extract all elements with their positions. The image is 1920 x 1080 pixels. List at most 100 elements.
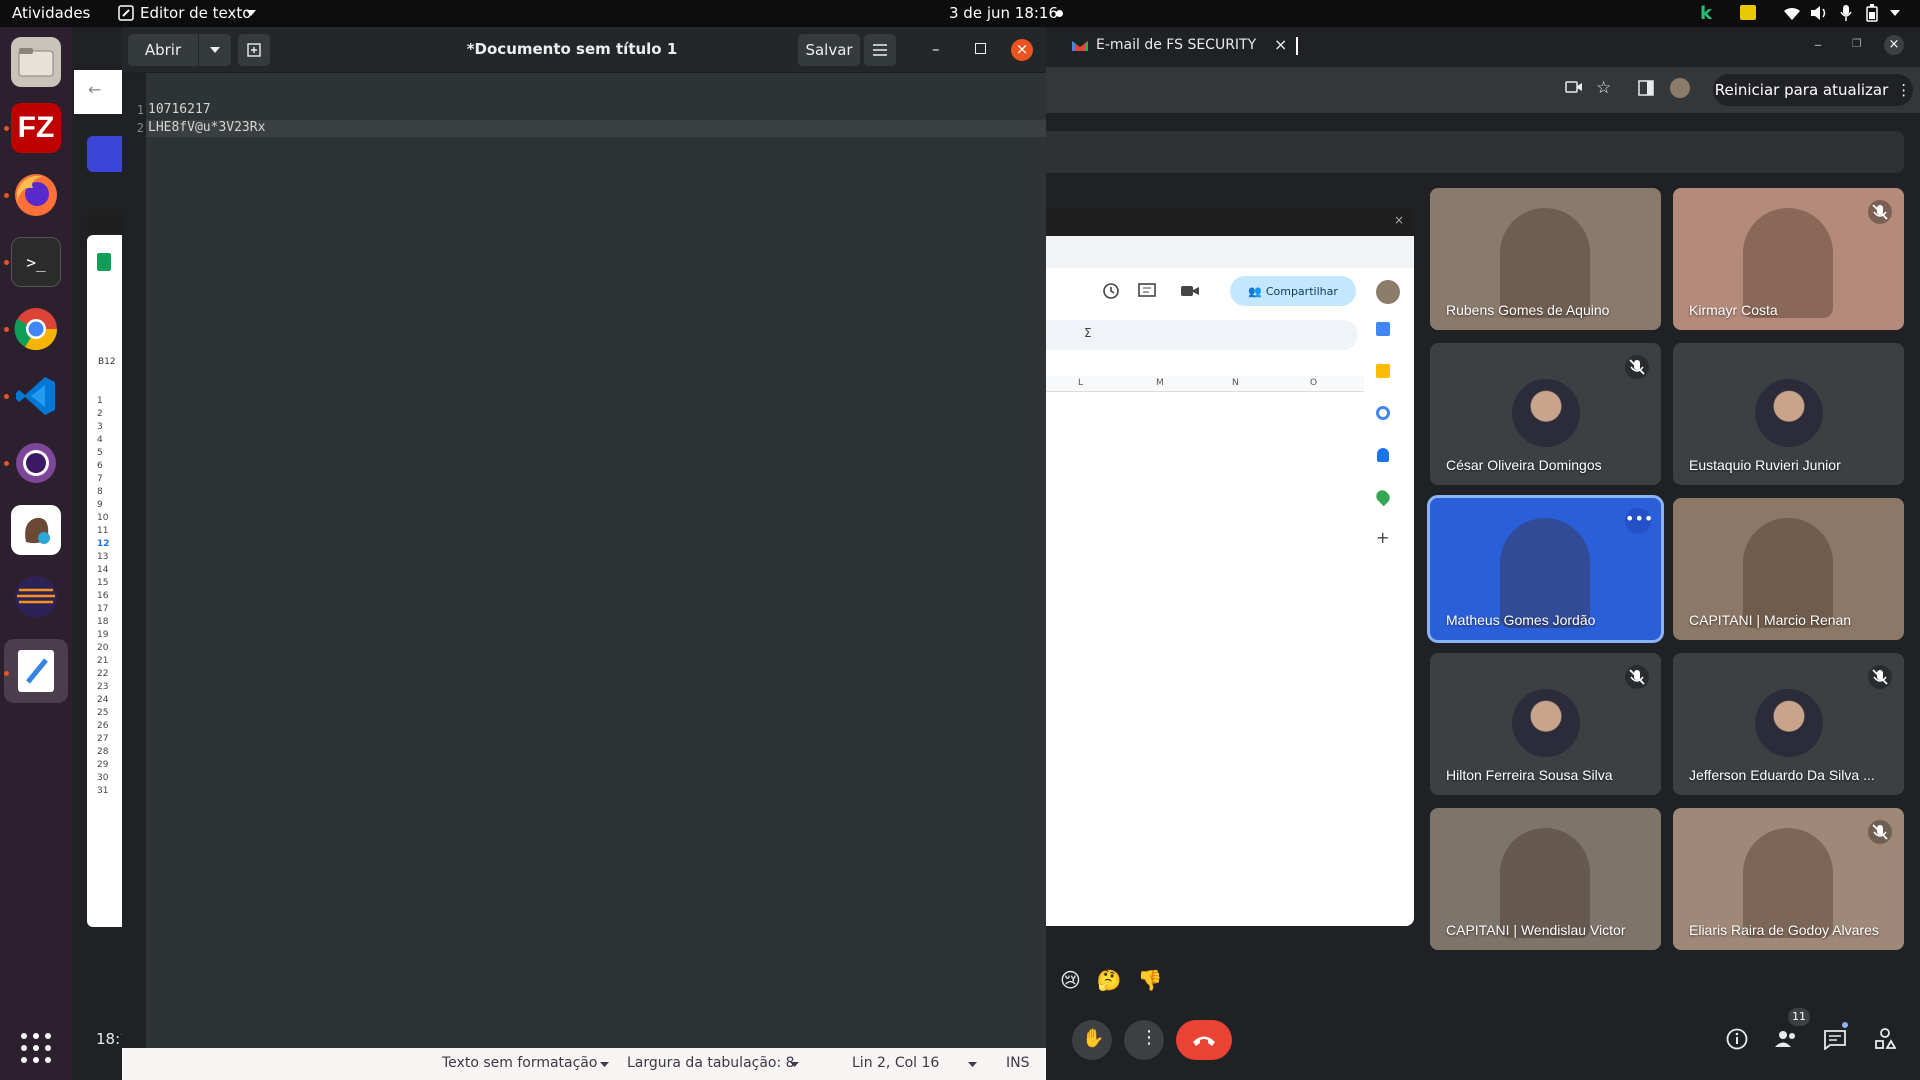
more-options-button[interactable]: ⋮ [1124, 1020, 1164, 1060]
clock[interactable]: 3 de jun 18:16 [949, 4, 1058, 22]
volume-icon[interactable] [1810, 5, 1828, 21]
participant-name: Kirmayr Costa [1689, 302, 1778, 318]
crying-reaction[interactable]: 😢 [1060, 968, 1081, 992]
avatar [1755, 689, 1823, 757]
participant-tile[interactable]: ••• Matheus Gomes Jordão [1427, 495, 1664, 643]
sheet-avatar [1376, 280, 1400, 304]
history-icon [1102, 282, 1120, 300]
tile-options-icon[interactable]: ••• [1625, 508, 1653, 534]
participant-tile[interactable]: CAPITANI | Marcio Renan [1673, 498, 1904, 640]
tor-browser-icon[interactable] [11, 438, 61, 488]
participant-tile[interactable]: Jefferson Eduardo Da Silva ... [1673, 653, 1904, 795]
wifi-icon[interactable] [1783, 5, 1801, 21]
editor-statusbar: Texto sem formatação Largura da tabulaçã… [122, 1048, 1046, 1080]
more-vert-icon: ⋮ [1896, 81, 1912, 99]
participant-tile[interactable]: Eliaris Raira de Godoy Alvares [1673, 808, 1904, 950]
open-button[interactable]: Abrir [128, 34, 198, 66]
firefox-icon[interactable] [11, 170, 61, 220]
participant-tile[interactable]: Hilton Ferreira Sousa Silva [1430, 653, 1661, 795]
camera-icon[interactable] [1565, 80, 1583, 94]
participant-tile[interactable]: Kirmayr Costa [1673, 188, 1904, 330]
cell-ref-behind: B12 [98, 357, 116, 367]
battery-icon[interactable] [1866, 4, 1878, 22]
restart-update-label: Reiniciar para atualizar [1714, 81, 1889, 99]
row-number: 3 [97, 422, 103, 432]
dbeaver-icon[interactable] [11, 505, 61, 555]
close-window-icon[interactable]: × [1884, 35, 1904, 55]
vscode-icon[interactable] [11, 371, 61, 421]
eclipse-icon[interactable] [11, 572, 61, 622]
microphone-icon[interactable] [1840, 4, 1852, 22]
sigma-icon: Σ [1084, 326, 1092, 340]
terminal-icon[interactable]: >_ [11, 237, 61, 287]
code-line: 10716217 [148, 102, 211, 117]
close-icon[interactable]: × [1011, 39, 1033, 61]
participant-tile[interactable]: Rubens Gomes de Aquino [1430, 188, 1661, 330]
thinking-reaction[interactable]: 🤔 [1097, 968, 1122, 992]
activities-button[interactable]: Atividades [12, 4, 90, 22]
chevron-down-icon [246, 10, 256, 16]
new-document-icon [247, 43, 261, 57]
participant-name: Eliaris Raira de Godoy Alvares [1689, 922, 1879, 938]
more-vert-icon: ⋮ [1140, 1027, 1158, 1048]
files-icon[interactable] [11, 37, 61, 87]
close-icon: × [1393, 213, 1404, 227]
app-grid-icon[interactable] [20, 1032, 52, 1064]
dock: FZ >_ [0, 27, 72, 1080]
chevron-down-icon [600, 1062, 609, 1067]
filezilla-icon[interactable]: FZ [11, 103, 61, 153]
participant-tile[interactable]: Eustaquio Ruvieri Junior [1673, 343, 1904, 485]
mic-off-icon [1625, 665, 1649, 689]
row-number: 28 [97, 747, 109, 757]
row-number: 17 [97, 604, 109, 614]
new-tab-button[interactable] [238, 34, 270, 66]
tasks-icon [1376, 406, 1390, 420]
thumbs-down-reaction[interactable]: 👎 [1138, 968, 1163, 992]
app-menu[interactable]: Editor de texto [140, 4, 251, 22]
participant-tile[interactable]: César Oliveira Domingos [1430, 343, 1661, 485]
tab-width-selector[interactable]: Largura da tabulação: 8 [627, 1055, 795, 1071]
maximize-icon[interactable] [975, 43, 986, 54]
activities-icon[interactable] [1874, 1028, 1896, 1050]
back-arrow-icon[interactable]: ← [88, 80, 101, 99]
bookmark-star-icon[interactable]: ☆ [1596, 78, 1611, 98]
tab-gmail[interactable]: E-mail de FS SECURITY [1096, 37, 1256, 53]
notes-tray-icon[interactable] [1740, 5, 1756, 20]
minimize-icon[interactable]: – [1814, 35, 1822, 54]
k-tray-icon[interactable]: k [1700, 3, 1712, 24]
open-menu-button[interactable] [199, 34, 231, 66]
hamburger-menu-button[interactable] [864, 34, 896, 66]
info-icon[interactable] [1726, 1028, 1748, 1050]
close-tab-icon[interactable]: × [1274, 35, 1287, 54]
chrome-icon[interactable] [11, 304, 61, 354]
save-button[interactable]: Salvar [798, 34, 860, 66]
calendar-icon [1376, 322, 1390, 336]
avatar [1512, 689, 1580, 757]
chat-icon[interactable] [1824, 1030, 1846, 1050]
cursor-position[interactable]: Lin 2, Col 16 [852, 1055, 939, 1071]
row-number: 7 [97, 474, 103, 484]
system-menu-icon[interactable] [1890, 10, 1900, 16]
row-number: 20 [97, 643, 109, 653]
restart-update-button[interactable]: Reiniciar para atualizar ⋮ [1713, 74, 1913, 106]
participant-count-badge: 11 [1788, 1008, 1810, 1026]
restore-icon[interactable]: ❐ [1852, 37, 1862, 50]
people-icon[interactable] [1774, 1030, 1798, 1048]
chevron-down-icon [790, 1062, 799, 1067]
minimize-icon[interactable]: – [932, 40, 940, 58]
participant-name: Hilton Ferreira Sousa Silva [1446, 767, 1613, 783]
line-number: 1 [136, 103, 144, 117]
editor-text-area[interactable]: 1 10716217 2 LHE8fV@u*3V23Rx [122, 73, 1046, 1048]
profile-avatar[interactable] [1670, 78, 1690, 98]
participant-name: CAPITANI | Wendislau Victor [1446, 922, 1626, 938]
hand-raise-button[interactable]: ✋ [1072, 1020, 1112, 1060]
add-icon: + [1376, 528, 1390, 547]
text-editor-dock-item[interactable] [4, 639, 68, 703]
participant-tile[interactable]: CAPITANI | Wendislau Victor [1430, 808, 1661, 950]
leave-call-button[interactable] [1176, 1020, 1232, 1060]
side-panel-icon[interactable] [1638, 80, 1654, 96]
syntax-selector[interactable]: Texto sem formatação [442, 1055, 597, 1071]
editor-headerbar: Abrir *Documento sem título 1 Salvar – × [122, 27, 1046, 73]
row-number: 10 [97, 513, 109, 523]
mic-off-icon [1868, 200, 1892, 224]
